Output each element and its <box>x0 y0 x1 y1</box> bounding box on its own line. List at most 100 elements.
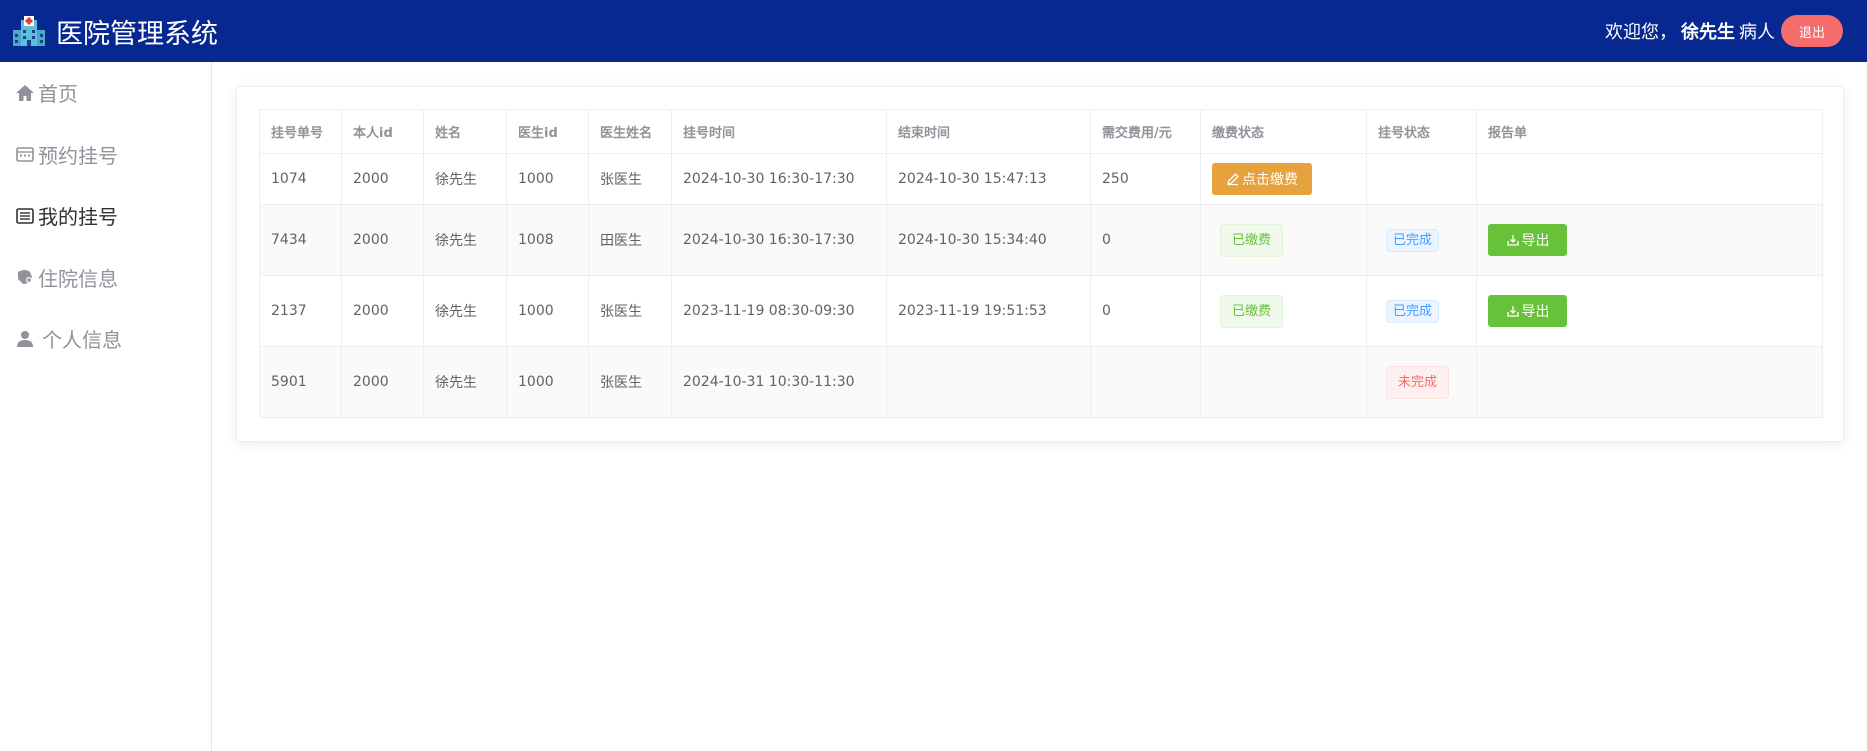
cell-patient-id: 2000 <box>341 153 424 205</box>
sidebar-item-label: 首页 <box>38 82 78 107</box>
download-icon <box>1506 304 1520 318</box>
cell-patient-id: 2000 <box>341 275 424 347</box>
cell-doctor-name: 田医生 <box>588 204 672 276</box>
cell-reg-id: 1074 <box>259 153 342 205</box>
download-icon <box>1506 233 1520 247</box>
table-row: 7434 2000 徐先生 1008 田医生 2024-10-30 16:30-… <box>259 204 1823 276</box>
cell-name: 徐先生 <box>423 153 507 205</box>
cell-report: 导出 <box>1476 275 1823 347</box>
calendar-icon <box>14 143 36 165</box>
column-header: 报告单 <box>1476 109 1823 154</box>
sidebar-item-appointment[interactable]: 预约挂号 <box>0 124 211 186</box>
app-header: 医院管理系统 欢迎您， 徐先生 病人 退出 <box>0 0 1867 62</box>
cell-patient-id: 2000 <box>341 204 424 276</box>
column-header: 医生姓名 <box>588 109 672 154</box>
cell-doctor-id: 1000 <box>506 153 589 205</box>
welcome-text: 欢迎您， <box>1605 22 1677 43</box>
cell-fee <box>1090 346 1201 418</box>
bed-icon <box>14 266 36 288</box>
column-header: 需交费用/元 <box>1090 109 1201 154</box>
sidebar-item-hospitalization[interactable]: 住院信息 <box>0 247 211 309</box>
cell-doctor-id: 1000 <box>506 346 589 418</box>
column-header: 结束时间 <box>886 109 1091 154</box>
pay-button-label: 点击缴费 <box>1242 172 1298 188</box>
sidebar-item-label: 住院信息 <box>38 266 118 291</box>
user-info: 欢迎您， 徐先生 病人 退出 <box>1605 0 1843 62</box>
cell-end-time <box>886 346 1091 418</box>
export-button[interactable]: 导出 <box>1488 224 1567 256</box>
list-icon <box>14 205 36 227</box>
cell-reg-time: 2023-11-19 08:30-09:30 <box>671 275 887 347</box>
column-header: 姓名 <box>423 109 507 154</box>
export-button[interactable]: 导出 <box>1488 295 1567 327</box>
paid-tag: 已缴费 <box>1220 223 1284 257</box>
cell-end-time: 2024-10-30 15:34:40 <box>886 204 1091 276</box>
cell-fee: 0 <box>1090 204 1201 276</box>
user-icon <box>14 328 36 350</box>
cell-report <box>1476 346 1823 418</box>
cell-report: 导出 <box>1476 204 1823 276</box>
pay-button[interactable]: 点击缴费 <box>1212 163 1312 195</box>
cell-pay-status: 点击缴费 <box>1200 153 1367 205</box>
hospital-icon <box>13 16 45 46</box>
cell-patient-id: 2000 <box>341 346 424 418</box>
cell-reg-status: 已完成 <box>1366 275 1477 347</box>
cell-pay-status: 已缴费 <box>1200 204 1367 276</box>
column-header: 挂号状态 <box>1366 109 1477 154</box>
cell-doctor-name: 张医生 <box>588 346 672 418</box>
logo: 医院管理系统 <box>12 12 218 51</box>
cell-name: 徐先生 <box>423 204 507 276</box>
completed-tag: 已完成 <box>1386 299 1440 323</box>
cell-doctor-name: 张医生 <box>588 153 672 205</box>
cell-reg-id: 2137 <box>259 275 342 347</box>
cell-end-time: 2023-11-19 19:51:53 <box>886 275 1091 347</box>
sidebar-item-label: 个人信息 <box>42 328 122 353</box>
column-header: 缴费状态 <box>1200 109 1367 154</box>
column-header: 挂号时间 <box>671 109 887 154</box>
cell-doctor-id: 1000 <box>506 275 589 347</box>
column-header: 医生id <box>506 109 589 154</box>
cell-reg-status <box>1366 153 1477 205</box>
completed-tag: 已完成 <box>1386 228 1440 252</box>
logout-button[interactable]: 退出 <box>1781 15 1843 47</box>
paid-tag: 已缴费 <box>1220 294 1284 328</box>
sidebar-item-label: 预约挂号 <box>38 143 118 168</box>
cell-pay-status <box>1200 346 1367 418</box>
cell-reg-status: 未完成 <box>1366 346 1477 418</box>
column-header: 本人id <box>341 109 424 154</box>
export-button-label: 导出 <box>1521 233 1550 249</box>
sidebar-item-label: 我的挂号 <box>38 205 118 230</box>
cell-report <box>1476 153 1823 205</box>
cell-doctor-id: 1008 <box>506 204 589 276</box>
table-header-row: 挂号单号 本人id 姓名 医生id 医生姓名 挂号时间 结束时间 需交费用/元 … <box>259 109 1823 154</box>
user-role: 病人 <box>1739 22 1775 43</box>
cell-reg-time: 2024-10-30 16:30-17:30 <box>671 204 887 276</box>
sidebar: 首页 预约挂号 我的挂号 住院信息 个人信息 <box>0 62 212 751</box>
registration-table-wrap: 挂号单号 本人id 姓名 医生id 医生姓名 挂号时间 结束时间 需交费用/元 … <box>259 109 1823 418</box>
sidebar-item-profile[interactable]: 个人信息 <box>0 308 211 370</box>
edit-icon <box>1226 172 1240 186</box>
table-row: 1074 2000 徐先生 1000 张医生 2024-10-30 16:30-… <box>259 153 1823 205</box>
registration-card: 挂号单号 本人id 姓名 医生id 医生姓名 挂号时间 结束时间 需交费用/元 … <box>236 86 1844 442</box>
table-row: 5901 2000 徐先生 1000 张医生 2024-10-31 10:30-… <box>259 346 1823 418</box>
home-icon <box>14 82 36 104</box>
export-button-label: 导出 <box>1521 304 1550 320</box>
cell-end-time: 2024-10-30 15:47:13 <box>886 153 1091 205</box>
table-row: 2137 2000 徐先生 1000 张医生 2023-11-19 08:30-… <box>259 275 1823 347</box>
incomplete-tag: 未完成 <box>1386 365 1450 399</box>
app-title: 医院管理系统 <box>56 18 218 50</box>
cell-name: 徐先生 <box>423 275 507 347</box>
cell-name: 徐先生 <box>423 346 507 418</box>
cell-fee: 0 <box>1090 275 1201 347</box>
cell-pay-status: 已缴费 <box>1200 275 1367 347</box>
username: 徐先生 <box>1681 22 1735 43</box>
sidebar-item-home[interactable]: 首页 <box>0 62 211 124</box>
cell-fee: 250 <box>1090 153 1201 205</box>
cell-reg-status: 已完成 <box>1366 204 1477 276</box>
sidebar-item-my-registration[interactable]: 我的挂号 <box>0 185 211 247</box>
cell-reg-id: 7434 <box>259 204 342 276</box>
cell-doctor-name: 张医生 <box>588 275 672 347</box>
cell-reg-time: 2024-10-30 16:30-17:30 <box>671 153 887 205</box>
cell-reg-id: 5901 <box>259 346 342 418</box>
column-header: 挂号单号 <box>259 109 342 154</box>
